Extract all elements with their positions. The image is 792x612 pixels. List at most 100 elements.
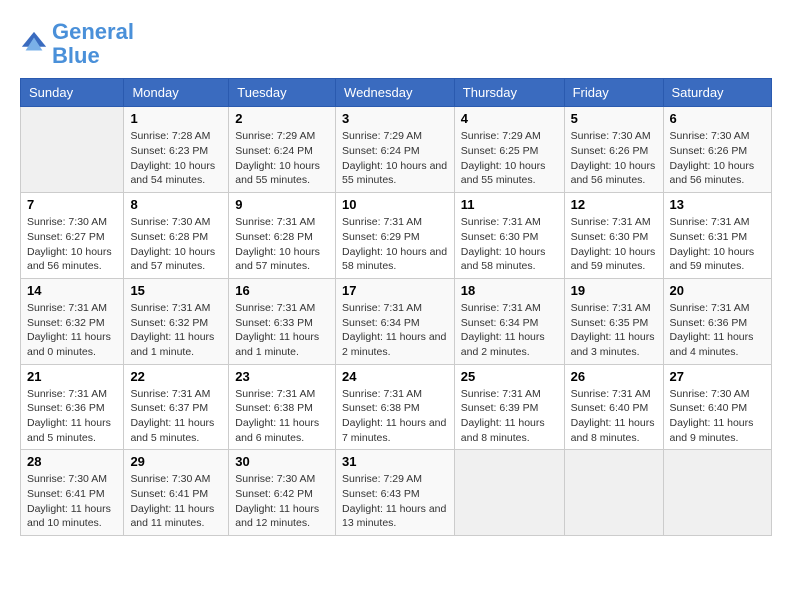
day-info: Sunrise: 7:31 AMSunset: 6:36 PMDaylight:…	[27, 387, 117, 446]
day-number: 20	[670, 283, 765, 298]
day-number: 17	[342, 283, 448, 298]
day-number: 12	[571, 197, 657, 212]
day-number: 4	[461, 111, 558, 126]
calendar-week-row: 1 Sunrise: 7:28 AMSunset: 6:23 PMDaylight…	[21, 107, 772, 193]
day-info: Sunrise: 7:30 AMSunset: 6:40 PMDaylight:…	[670, 387, 765, 446]
calendar-cell: 24 Sunrise: 7:31 AMSunset: 6:38 PMDayligh…	[336, 364, 455, 450]
calendar-cell: 9 Sunrise: 7:31 AMSunset: 6:28 PMDaylight…	[229, 193, 336, 279]
calendar-cell: 14 Sunrise: 7:31 AMSunset: 6:32 PMDayligh…	[21, 278, 124, 364]
day-number: 11	[461, 197, 558, 212]
day-info: Sunrise: 7:31 AMSunset: 6:38 PMDaylight:…	[342, 387, 448, 446]
calendar-cell: 16Sunrise: 7:31 AMSunset: 6:33 PMDayligh…	[229, 278, 336, 364]
day-info: Sunrise: 7:29 AMSunset: 6:24 PMDaylight:…	[235, 129, 329, 188]
col-header-monday: Monday	[124, 79, 229, 107]
day-number: 2	[235, 111, 329, 126]
day-number: 27	[670, 369, 765, 384]
col-header-tuesday: Tuesday	[229, 79, 336, 107]
day-number: 3	[342, 111, 448, 126]
calendar-cell: 8 Sunrise: 7:30 AMSunset: 6:28 PMDaylight…	[124, 193, 229, 279]
logo: General Blue	[20, 20, 134, 68]
calendar-cell: 3 Sunrise: 7:29 AMSunset: 6:24 PMDaylight…	[336, 107, 455, 193]
day-number: 10	[342, 197, 448, 212]
day-number: 13	[670, 197, 765, 212]
day-info: Sunrise: 7:30 AMSunset: 6:26 PMDaylight:…	[571, 129, 657, 188]
calendar-cell: 23Sunrise: 7:31 AMSunset: 6:38 PMDayligh…	[229, 364, 336, 450]
day-number: 24	[342, 369, 448, 384]
calendar-cell: 25Sunrise: 7:31 AMSunset: 6:39 PMDayligh…	[454, 364, 564, 450]
col-header-sunday: Sunday	[21, 79, 124, 107]
calendar-cell: 21Sunrise: 7:31 AMSunset: 6:36 PMDayligh…	[21, 364, 124, 450]
calendar-cell: 2 Sunrise: 7:29 AMSunset: 6:24 PMDaylight…	[229, 107, 336, 193]
day-info: Sunrise: 7:31 AMSunset: 6:39 PMDaylight:…	[461, 387, 558, 446]
calendar-week-row: 14 Sunrise: 7:31 AMSunset: 6:32 PMDayligh…	[21, 278, 772, 364]
day-info: Sunrise: 7:30 AMSunset: 6:42 PMDaylight:…	[235, 472, 329, 531]
day-info: Sunrise: 7:31 AMSunset: 6:30 PMDaylight:…	[571, 215, 657, 274]
day-info: Sunrise: 7:31 AMSunset: 6:30 PMDaylight:…	[461, 215, 558, 274]
day-info: Sunrise: 7:29 AMSunset: 6:25 PMDaylight:…	[461, 129, 558, 188]
day-info: Sunrise: 7:31 AMSunset: 6:28 PMDaylight:…	[235, 215, 329, 274]
day-info: Sunrise: 7:29 AMSunset: 6:24 PMDaylight:…	[342, 129, 448, 188]
calendar-cell	[663, 450, 771, 536]
day-info: Sunrise: 7:30 AMSunset: 6:28 PMDaylight:…	[130, 215, 222, 274]
calendar-cell: 19 Sunrise: 7:31 AMSunset: 6:35 PMDayligh…	[564, 278, 663, 364]
day-info: Sunrise: 7:31 AMSunset: 6:34 PMDaylight:…	[461, 301, 558, 360]
calendar-cell: 4 Sunrise: 7:29 AMSunset: 6:25 PMDaylight…	[454, 107, 564, 193]
day-number: 7	[27, 197, 117, 212]
calendar-cell: 13 Sunrise: 7:31 AMSunset: 6:31 PMDayligh…	[663, 193, 771, 279]
calendar-cell: 27 Sunrise: 7:30 AMSunset: 6:40 PMDayligh…	[663, 364, 771, 450]
col-header-saturday: Saturday	[663, 79, 771, 107]
calendar-cell	[454, 450, 564, 536]
calendar-cell: 17 Sunrise: 7:31 AMSunset: 6:34 PMDayligh…	[336, 278, 455, 364]
day-number: 29	[130, 454, 222, 469]
calendar-cell: 30 Sunrise: 7:30 AMSunset: 6:42 PMDayligh…	[229, 450, 336, 536]
day-number: 5	[571, 111, 657, 126]
calendar-cell: 7 Sunrise: 7:30 AMSunset: 6:27 PMDaylight…	[21, 193, 124, 279]
calendar-cell: 15Sunrise: 7:31 AMSunset: 6:32 PMDayligh…	[124, 278, 229, 364]
day-number: 9	[235, 197, 329, 212]
day-info: Sunrise: 7:30 AMSunset: 6:41 PMDaylight:…	[27, 472, 117, 531]
day-number: 19	[571, 283, 657, 298]
calendar-cell: 20 Sunrise: 7:31 AMSunset: 6:36 PMDayligh…	[663, 278, 771, 364]
calendar-cell: 10Sunrise: 7:31 AMSunset: 6:29 PMDayligh…	[336, 193, 455, 279]
day-number: 23	[235, 369, 329, 384]
calendar-body: 1 Sunrise: 7:28 AMSunset: 6:23 PMDaylight…	[21, 107, 772, 536]
day-info: Sunrise: 7:30 AMSunset: 6:27 PMDaylight:…	[27, 215, 117, 274]
day-number: 31	[342, 454, 448, 469]
day-number: 6	[670, 111, 765, 126]
calendar-cell: 22Sunrise: 7:31 AMSunset: 6:37 PMDayligh…	[124, 364, 229, 450]
calendar-cell: 31Sunrise: 7:29 AMSunset: 6:43 PMDayligh…	[336, 450, 455, 536]
page-header: General Blue	[20, 20, 772, 68]
calendar-week-row: 28 Sunrise: 7:30 AMSunset: 6:41 PMDayligh…	[21, 450, 772, 536]
logo-icon	[20, 30, 48, 58]
day-info: Sunrise: 7:30 AMSunset: 6:41 PMDaylight:…	[130, 472, 222, 531]
day-number: 8	[130, 197, 222, 212]
day-info: Sunrise: 7:31 AMSunset: 6:31 PMDaylight:…	[670, 215, 765, 274]
day-number: 30	[235, 454, 329, 469]
day-number: 1	[130, 111, 222, 126]
day-info: Sunrise: 7:31 AMSunset: 6:33 PMDaylight:…	[235, 301, 329, 360]
day-info: Sunrise: 7:31 AMSunset: 6:32 PMDaylight:…	[130, 301, 222, 360]
day-number: 14	[27, 283, 117, 298]
col-header-friday: Friday	[564, 79, 663, 107]
logo-text: General Blue	[52, 20, 134, 68]
calendar-cell	[21, 107, 124, 193]
day-number: 26	[571, 369, 657, 384]
day-info: Sunrise: 7:31 AMSunset: 6:34 PMDaylight:…	[342, 301, 448, 360]
day-info: Sunrise: 7:31 AMSunset: 6:36 PMDaylight:…	[670, 301, 765, 360]
day-info: Sunrise: 7:31 AMSunset: 6:35 PMDaylight:…	[571, 301, 657, 360]
calendar-cell: 1 Sunrise: 7:28 AMSunset: 6:23 PMDaylight…	[124, 107, 229, 193]
day-info: Sunrise: 7:28 AMSunset: 6:23 PMDaylight:…	[130, 129, 222, 188]
col-header-thursday: Thursday	[454, 79, 564, 107]
day-info: Sunrise: 7:31 AMSunset: 6:37 PMDaylight:…	[130, 387, 222, 446]
calendar-week-row: 21Sunrise: 7:31 AMSunset: 6:36 PMDayligh…	[21, 364, 772, 450]
col-header-wednesday: Wednesday	[336, 79, 455, 107]
day-number: 18	[461, 283, 558, 298]
calendar-cell: 6Sunrise: 7:30 AMSunset: 6:26 PMDaylight…	[663, 107, 771, 193]
day-info: Sunrise: 7:31 AMSunset: 6:32 PMDaylight:…	[27, 301, 117, 360]
calendar-cell: 28 Sunrise: 7:30 AMSunset: 6:41 PMDayligh…	[21, 450, 124, 536]
calendar-cell: 12 Sunrise: 7:31 AMSunset: 6:30 PMDayligh…	[564, 193, 663, 279]
calendar-cell: 29 Sunrise: 7:30 AMSunset: 6:41 PMDayligh…	[124, 450, 229, 536]
calendar-cell: 26Sunrise: 7:31 AMSunset: 6:40 PMDayligh…	[564, 364, 663, 450]
calendar-cell: 11 Sunrise: 7:31 AMSunset: 6:30 PMDayligh…	[454, 193, 564, 279]
day-number: 28	[27, 454, 117, 469]
